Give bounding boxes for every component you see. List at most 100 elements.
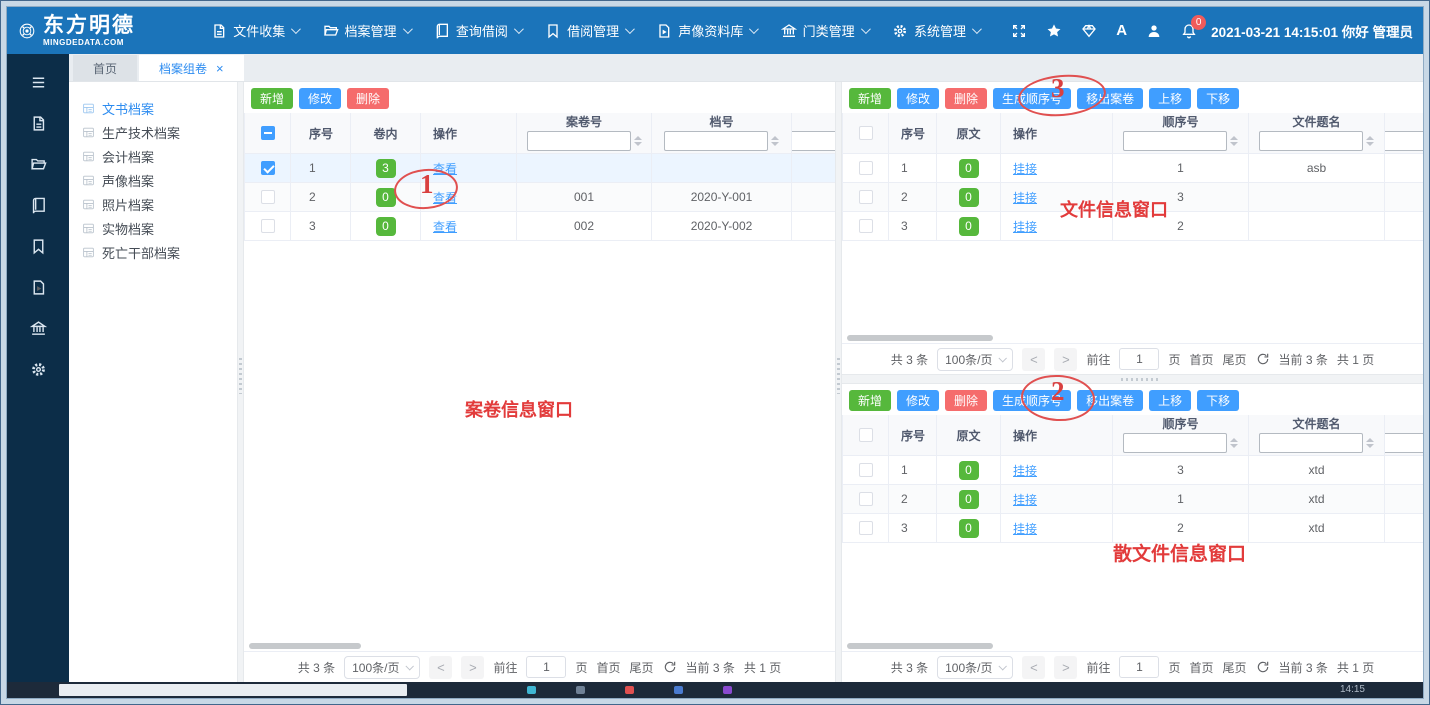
sort-carets-icon[interactable] [771,136,779,146]
splitter-file-loose[interactable] [842,374,1423,384]
table-row[interactable]: 3 0 挂接 2 [843,212,1424,241]
tree-item-physical[interactable]: 实物档案 [82,216,237,240]
attach-link[interactable]: 挂接 [1013,191,1037,205]
prev-page-button[interactable]: < [1022,348,1045,371]
goto-page-input[interactable] [526,656,566,678]
next-page-button[interactable]: > [461,656,484,679]
rail-borrow-mgmt[interactable] [7,226,69,267]
title-filter-input[interactable] [1259,131,1363,151]
last-page-button[interactable]: 尾页 [1223,351,1247,368]
menu-system-mgmt[interactable]: 系统管理 [892,21,979,40]
horizontal-scrollbar[interactable] [247,642,832,651]
row-checkbox[interactable] [859,521,873,535]
page-size-select[interactable]: 100条/页 [937,348,1013,371]
taskbar-app-icon[interactable] [674,686,683,694]
brand[interactable]: 东方明德 MINGDEDATA.COM [19,15,187,47]
sort-carets-icon[interactable] [1230,438,1238,448]
attach-link[interactable]: 挂接 [1013,464,1037,478]
case-no-filter-input[interactable] [527,131,631,151]
extra-filter-input[interactable] [1385,131,1424,151]
greeting[interactable]: 你好 管理员 [1342,25,1413,40]
doc-no-filter-input[interactable] [664,131,768,151]
move-down-button[interactable]: 下移 [1197,390,1239,411]
tab-archive-grouping[interactable]: 档案组卷 × [139,55,244,81]
row-checkbox[interactable] [859,161,873,175]
attach-link[interactable]: 挂接 [1013,220,1037,234]
sort-carets-icon[interactable] [1230,136,1238,146]
taskbar-app-icon[interactable] [527,686,536,694]
horizontal-scrollbar[interactable] [845,334,1420,343]
horizontal-scrollbar[interactable] [845,642,1420,651]
table-row[interactable]: 2 0 挂接 1 xtd [843,485,1424,514]
sort-carets-icon[interactable] [634,136,642,146]
taskbar-app-icon[interactable] [723,686,732,694]
scrollbar-thumb[interactable] [249,643,361,649]
menu-category-mgmt[interactable]: 门类管理 [781,21,868,40]
table-row[interactable]: 2 0 查看 001 2020-Y-001 [245,183,836,212]
rail-av-library[interactable] [7,267,69,308]
menu-archive-mgmt[interactable]: 档案管理 [323,21,410,40]
rail-menu-toggle[interactable] [7,62,69,103]
refresh-icon[interactable] [1256,352,1270,366]
rail-file-collect[interactable] [7,103,69,144]
star-icon[interactable] [1046,23,1062,39]
row-checkbox[interactable] [261,219,275,233]
rail-category-mgmt[interactable] [7,308,69,349]
select-all-checkbox[interactable] [859,126,873,140]
last-page-button[interactable]: 尾页 [1223,659,1247,676]
prev-page-button[interactable]: < [429,656,452,679]
table-row[interactable]: 3 0 挂接 2 xtd [843,514,1424,543]
rail-archive-mgmt[interactable] [7,144,69,185]
tree-item-photo[interactable]: 照片档案 [82,192,237,216]
view-link[interactable]: 查看 [433,191,457,205]
next-page-button[interactable]: > [1054,348,1077,371]
bell-icon[interactable]: 0 [1181,23,1197,39]
tree-item-deceased-cadre[interactable]: 死亡干部档案 [82,240,237,264]
move-up-button[interactable]: 上移 [1149,88,1191,109]
row-checkbox[interactable] [859,219,873,233]
view-link[interactable]: 查看 [433,162,457,176]
goto-page-input[interactable] [1119,348,1159,370]
font-size-icon[interactable]: A [1116,22,1127,39]
goto-page-input[interactable] [1119,656,1159,678]
sort-carets-icon[interactable] [1366,438,1374,448]
page-size-select[interactable]: 100条/页 [937,656,1013,679]
user-icon[interactable] [1146,23,1162,39]
taskbar-app-icon[interactable] [625,686,634,694]
table-row[interactable]: 2 0 挂接 3 [843,183,1424,212]
row-checkbox[interactable] [261,190,275,204]
row-checkbox[interactable] [859,190,873,204]
scrollbar-thumb[interactable] [847,335,993,341]
row-checkbox[interactable] [859,463,873,477]
move-down-button[interactable]: 下移 [1197,88,1239,109]
add-button[interactable]: 新增 [251,88,293,109]
first-page-button[interactable]: 首页 [1190,659,1214,676]
select-all-checkbox[interactable] [261,126,275,140]
move-out-button[interactable]: 移出案卷 [1077,390,1143,411]
first-page-button[interactable]: 首页 [597,659,621,676]
edit-button[interactable]: 修改 [299,88,341,109]
extra-filter-input[interactable] [1385,433,1424,453]
tree-item-document-archive[interactable]: 文书档案 [82,96,237,120]
last-page-button[interactable]: 尾页 [630,659,654,676]
attach-link[interactable]: 挂接 [1013,522,1037,536]
sort-carets-icon[interactable] [1366,136,1374,146]
page-size-select[interactable]: 100条/页 [344,656,420,679]
delete-button[interactable]: 删除 [347,88,389,109]
row-checkbox[interactable] [261,161,275,175]
taskbar-app-icon[interactable] [576,686,585,694]
edit-button[interactable]: 修改 [897,88,939,109]
extra-filter-input[interactable] [792,131,836,151]
edit-button[interactable]: 修改 [897,390,939,411]
rail-query-borrow[interactable] [7,185,69,226]
generate-order-button[interactable]: 生成顺序号 [993,390,1071,411]
menu-file-collect[interactable]: 文件收集 [211,21,298,40]
gem-icon[interactable] [1081,23,1097,39]
add-button[interactable]: 新增 [849,88,891,109]
move-out-button[interactable]: 移出案卷 [1077,88,1143,109]
delete-button[interactable]: 删除 [945,88,987,109]
table-row[interactable]: 3 0 查看 002 2020-Y-002 [245,212,836,241]
select-all-checkbox[interactable] [859,428,873,442]
first-page-button[interactable]: 首页 [1190,351,1214,368]
tree-item-audio-visual[interactable]: 声像档案 [82,168,237,192]
